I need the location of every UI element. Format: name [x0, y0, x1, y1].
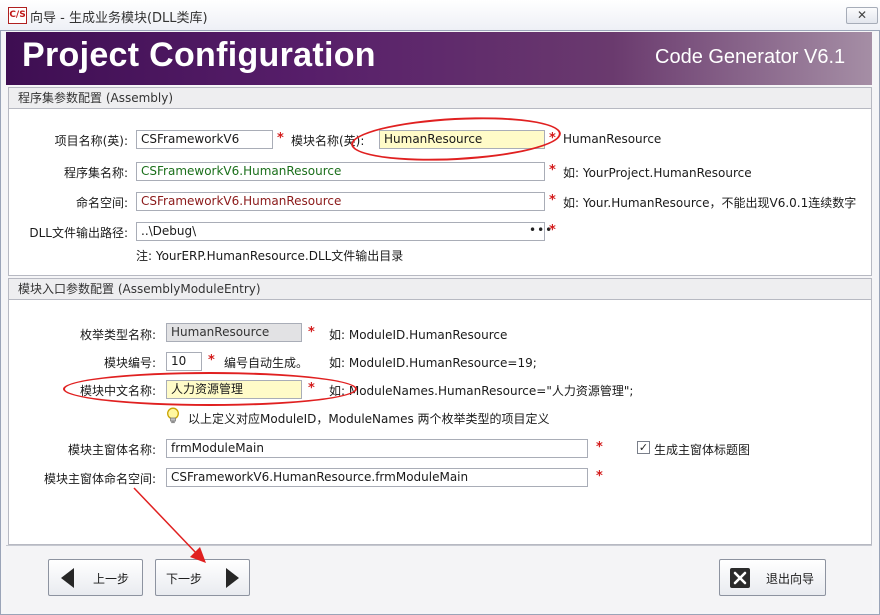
enum-type-hint: 如: ModuleID.HumanResource — [329, 328, 508, 342]
output-note: 注: YourERP.HumanResource.DLL文件输出目录 — [136, 249, 404, 263]
assembly-name-input[interactable]: CSFrameworkV6.HumanResource — [136, 162, 545, 181]
exit-button[interactable]: 退出向导 — [719, 559, 826, 596]
required-mark: * — [549, 223, 556, 238]
close-box-icon — [730, 568, 750, 588]
enum-type-input[interactable]: HumanResource — [166, 323, 302, 342]
module-no-auto: 编号自动生成。 — [224, 356, 309, 370]
assembly-group-heading: 程序集参数配置 (Assembly) — [8, 87, 872, 109]
required-mark: * — [596, 469, 603, 484]
module-no-hint: 如: ModuleID.HumanResource=19; — [329, 356, 537, 370]
module-name-hint: HumanResource — [563, 132, 662, 146]
required-mark: * — [549, 193, 556, 208]
gen-title-label: 生成主窗体标题图 — [654, 443, 751, 457]
required-mark: * — [277, 131, 284, 146]
required-mark: * — [549, 163, 556, 178]
required-mark: * — [208, 353, 215, 368]
close-button[interactable]: ✕ — [846, 7, 878, 24]
exit-button-label: 退出向导 — [766, 572, 815, 586]
entry-group-heading: 模块入口参数配置 (AssemblyModuleEntry) — [8, 278, 872, 300]
window-title: 向导 - 生成业务模块(DLL类库) — [30, 11, 208, 26]
output-path-input[interactable]: ..\Debug\ — [136, 222, 545, 241]
main-form-input[interactable]: frmModuleMain — [166, 439, 588, 458]
namespace-input[interactable]: CSFrameworkV6.HumanResource — [136, 192, 545, 211]
enum-type-label: 枚举类型名称: — [79, 328, 156, 342]
required-mark: * — [308, 325, 315, 340]
assembly-name-hint: 如: YourProject.HumanResource — [563, 166, 752, 180]
arrow-left-icon — [61, 568, 74, 588]
output-path-label: DLL文件输出路径: — [29, 226, 128, 240]
info-text: 以上定义对应ModuleID，ModuleNames 两个枚举类型的项目定义 — [188, 412, 550, 426]
annotation-ellipse — [63, 372, 357, 406]
gen-title-checkbox[interactable]: ✓ — [637, 441, 650, 454]
required-mark: * — [596, 440, 603, 455]
assembly-name-label: 程序集名称: — [63, 166, 128, 180]
project-name-label: 项目名称(英): — [54, 134, 128, 148]
project-name-input[interactable]: CSFrameworkV6 — [136, 130, 273, 149]
banner-subtitle: Code Generator V6.1 — [655, 46, 846, 68]
module-no-label: 模块编号: — [103, 356, 156, 370]
annotation-arrow — [133, 487, 206, 563]
module-no-input[interactable]: 10 — [166, 352, 202, 371]
lightbulb-icon — [167, 407, 179, 424]
app-icon: C/S — [8, 7, 27, 24]
cn-name-hint: 如: ModuleNames.HumanResource="人力资源管理"; — [329, 384, 634, 398]
namespace-hint: 如: Your.HumanResource，不能出现V6.0.1连续数字 — [563, 196, 857, 210]
main-form-label: 模块主窗体名称: — [67, 443, 156, 457]
banner-title: Project Configuration — [22, 36, 376, 74]
namespace-label: 命名空间: — [75, 196, 128, 210]
